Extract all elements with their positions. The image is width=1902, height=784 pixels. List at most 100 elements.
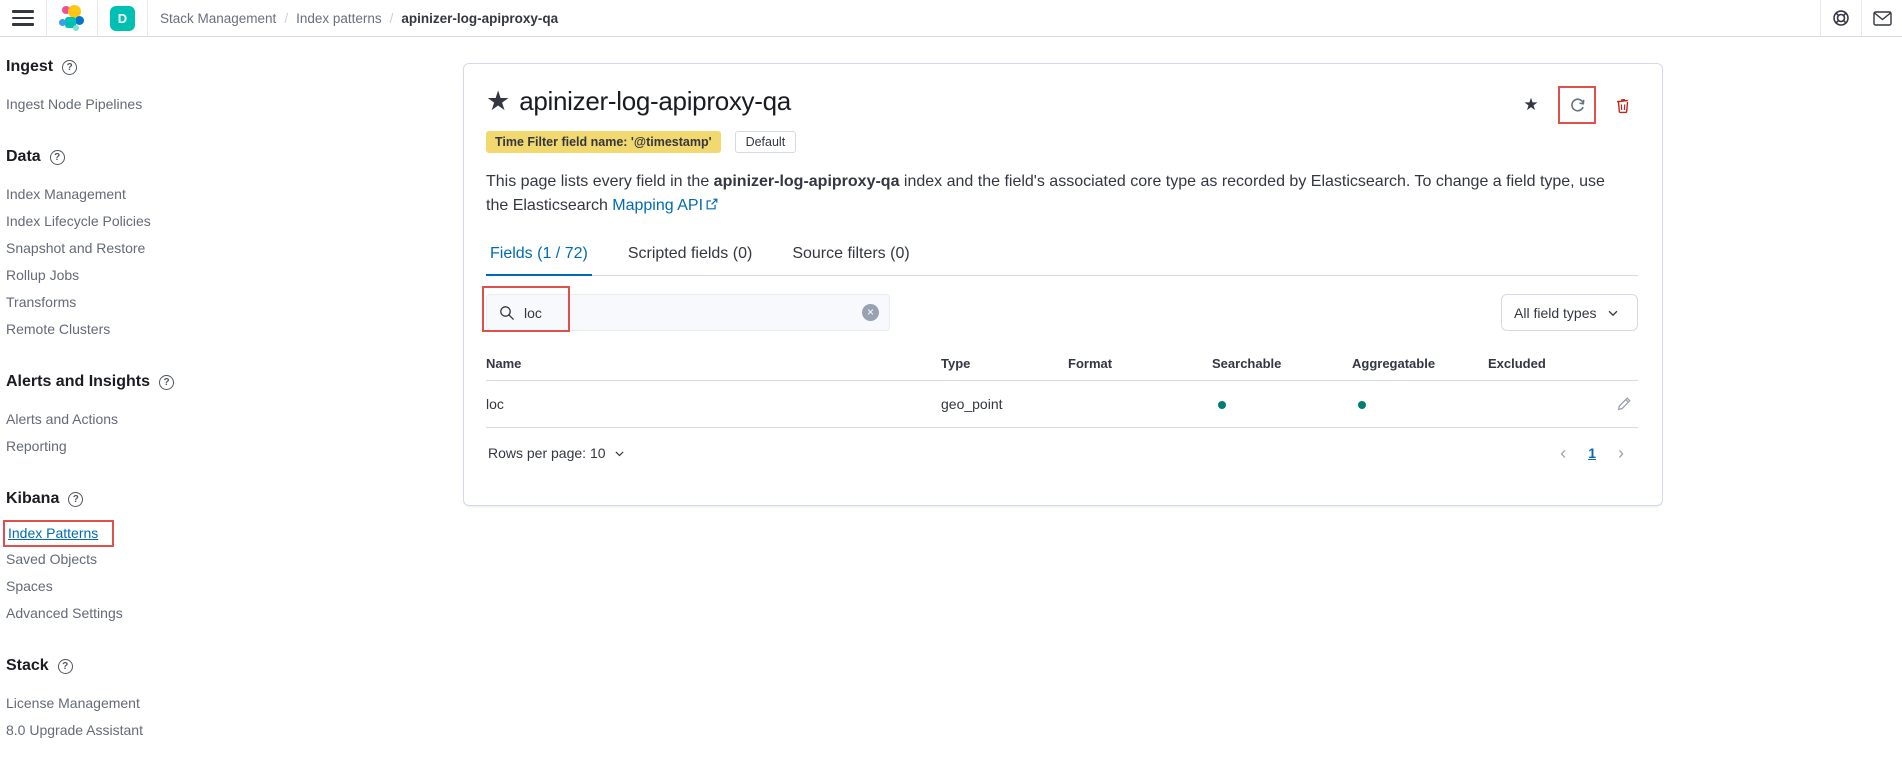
sidebar-item-rollup-jobs[interactable]: Rollup Jobs [6, 261, 360, 288]
logo-segment [47, 0, 97, 36]
searchable-dot [1218, 401, 1226, 409]
topbar-right-actions [1820, 0, 1902, 36]
sidebar-item-reporting[interactable]: Reporting [6, 432, 360, 459]
breadcrumb: Stack Management / Index patterns / apin… [148, 0, 570, 36]
refresh-icon [1569, 97, 1586, 114]
question-circle-icon[interactable]: ? [49, 149, 65, 165]
mail-icon [1872, 10, 1892, 26]
trash-icon [1615, 97, 1631, 114]
title-row: ★ apinizer-log-apiproxy-qa [486, 86, 1638, 117]
field-search-box[interactable]: × [486, 294, 890, 331]
top-navigation-bar: D Stack Management / Index patterns / ap… [0, 0, 1902, 37]
newsfeed-button[interactable] [1862, 0, 1902, 36]
sidebar-section-title: Stack [6, 657, 49, 674]
fields-table: Name Type Format Searchable Aggregatable… [486, 347, 1638, 478]
pagination: ‹ 1 › [1560, 444, 1636, 462]
sidebar-section-data: Data ? Index Management Index Lifecycle … [6, 148, 360, 342]
sidebar-item-license-management[interactable]: License Management [6, 689, 360, 716]
help-icon [1832, 9, 1850, 27]
description-text: This page lists every field in the apini… [486, 170, 1626, 218]
chevron-down-icon [1606, 306, 1620, 320]
field-search-input[interactable] [524, 304, 862, 321]
favorite-star-icon: ★ [486, 86, 511, 116]
index-pattern-panel: ★ ★ apinizer-log-apiproxy-qa Time Filter… [463, 63, 1663, 506]
field-name-cell: loc [486, 396, 504, 412]
sidebar-item-transforms[interactable]: Transforms [6, 288, 360, 315]
search-wrapper: × [482, 286, 890, 332]
previous-page-arrow-icon[interactable]: ‹ [1560, 444, 1566, 462]
question-circle-icon[interactable]: ? [68, 491, 84, 507]
table-row: loc geo_point [486, 381, 1638, 428]
chevron-down-icon [613, 447, 626, 460]
tab-bar: Fields (1 / 72) Scripted fields (0) Sour… [486, 239, 1638, 276]
column-header-type: Type [941, 356, 971, 371]
star-icon: ★ [1523, 95, 1539, 114]
search-icon [499, 305, 515, 321]
edit-field-pencil-icon[interactable] [1616, 396, 1632, 412]
sidebar-item-spaces[interactable]: Spaces [6, 572, 360, 599]
sidebar-section-ingest: Ingest ? Ingest Node Pipelines [6, 58, 360, 117]
sidebar-section-kibana: Kibana ? Index Patterns Saved Objects Sp… [3, 490, 360, 626]
column-header-format: Format [1068, 356, 1113, 371]
question-circle-icon[interactable]: ? [57, 658, 73, 674]
breadcrumb-index-patterns[interactable]: Index patterns [296, 11, 382, 26]
tab-fields[interactable]: Fields (1 / 72) [486, 239, 592, 276]
breadcrumb-current-page: apinizer-log-apiproxy-qa [401, 10, 559, 26]
sidebar-item-alerts-and-actions[interactable]: Alerts and Actions [6, 405, 360, 432]
column-header-aggregatable: Aggregatable [1352, 356, 1436, 371]
elastic-logo[interactable] [59, 5, 85, 31]
help-button[interactable] [1821, 0, 1861, 36]
sidebar-item-saved-objects[interactable]: Saved Objects [6, 545, 360, 572]
table-header-row: Name Type Format Searchable Aggregatable… [486, 347, 1638, 381]
sidebar-section-title: Data [6, 148, 41, 165]
hamburger-menu-icon[interactable] [12, 10, 34, 26]
sidebar-item-index-lifecycle-policies[interactable]: Index Lifecycle Policies [6, 207, 360, 234]
sidebar-item-snapshot-and-restore[interactable]: Snapshot and Restore [6, 234, 360, 261]
page-number-1[interactable]: 1 [1588, 445, 1596, 461]
description-index-name: apinizer-log-apiproxy-qa [713, 173, 900, 190]
sidebar-section-stack: Stack ? License Management 8.0 Upgrade A… [6, 657, 360, 743]
sidebar-item-advanced-settings[interactable]: Advanced Settings [6, 599, 360, 626]
question-circle-icon[interactable]: ? [159, 374, 175, 390]
column-header-name: Name [486, 356, 522, 371]
sidebar-item-index-patterns[interactable]: Index Patterns [3, 520, 115, 547]
sidebar-item-remote-clusters[interactable]: Remote Clusters [6, 315, 360, 342]
mapping-api-link[interactable]: Mapping API [612, 197, 703, 214]
sidebar-section-title: Ingest [6, 58, 54, 75]
menu-segment [0, 0, 46, 36]
clear-search-icon[interactable]: × [862, 304, 879, 321]
column-header-searchable: Searchable [1212, 356, 1282, 371]
delete-index-pattern-button[interactable] [1604, 86, 1642, 124]
breadcrumb-separator: / [284, 10, 289, 26]
sidebar-item-ingest-node-pipelines[interactable]: Ingest Node Pipelines [6, 90, 360, 117]
badge-row: Time Filter field name: '@timestamp' Def… [486, 131, 1638, 153]
description-part1: This page lists every field in the [486, 173, 714, 190]
time-filter-badge: Time Filter field name: '@timestamp' [486, 131, 721, 153]
aggregatable-dot [1358, 401, 1366, 409]
refresh-field-list-button[interactable] [1558, 86, 1596, 124]
external-link-icon [705, 197, 719, 211]
panel-action-buttons: ★ [1512, 86, 1642, 124]
sidebar-section-alerts-insights: Alerts and Insights ? Alerts and Actions… [6, 373, 360, 459]
tab-source-filters[interactable]: Source filters (0) [788, 239, 913, 276]
tab-scripted-fields[interactable]: Scripted fields (0) [624, 239, 757, 276]
rows-per-page-dropdown[interactable]: Rows per page: 10 [488, 445, 626, 461]
sidebar-section-title: Alerts and Insights [6, 373, 151, 390]
field-type-filter-dropdown[interactable]: All field types [1501, 294, 1638, 331]
sidebar-item-upgrade-assistant[interactable]: 8.0 Upgrade Assistant [6, 716, 360, 743]
table-footer: Rows per page: 10 ‹ 1 › [486, 428, 1638, 478]
sidebar-section-title: Kibana [6, 490, 60, 507]
next-page-arrow-icon[interactable]: › [1618, 444, 1624, 462]
management-sidebar: Ingest ? Ingest Node Pipelines Data ? In… [0, 37, 360, 774]
default-badge: Default [734, 131, 797, 153]
field-type-cell: geo_point [941, 396, 1003, 412]
breadcrumb-stack-management[interactable]: Stack Management [160, 11, 276, 26]
question-circle-icon[interactable]: ? [62, 59, 78, 75]
breadcrumb-separator: / [389, 10, 394, 26]
field-controls-row: × All field types [482, 286, 1638, 332]
space-avatar[interactable]: D [110, 5, 135, 31]
field-type-filter-label: All field types [1514, 304, 1597, 321]
rows-per-page-label: Rows per page: 10 [488, 445, 606, 461]
sidebar-item-index-management[interactable]: Index Management [6, 180, 360, 207]
set-default-star-button[interactable]: ★ [1512, 86, 1550, 124]
